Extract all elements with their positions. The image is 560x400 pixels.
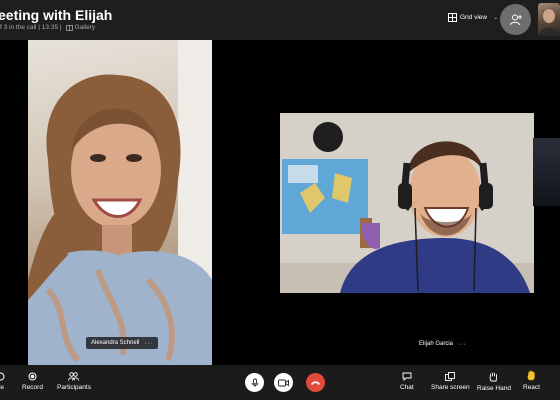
self-view-thumbnail[interactable] (538, 3, 560, 36)
call-info-text: f 3 in the call | 13:35 | (0, 24, 62, 31)
self-view-image (539, 8, 559, 36)
react-icon (527, 370, 535, 381)
meeting-title: eeting with Elijah (0, 7, 113, 23)
share-screen-icon (445, 372, 456, 381)
video-tile-alexandra[interactable]: Alexandra Schnell ··· (28, 40, 212, 365)
participant-video (280, 113, 534, 293)
participant-name: Elijah Garcia (419, 341, 454, 347)
end-call-icon (311, 380, 320, 385)
record-icon (28, 372, 37, 381)
participant-name: Alexandra Schnell (91, 340, 140, 346)
camera-button[interactable] (274, 373, 293, 392)
name-tag-elijah: Elijah Garcia ··· (414, 338, 472, 350)
record-label: Record (22, 384, 43, 391)
grid-view-button[interactable]: Grid view ⌄ (448, 13, 498, 22)
record-button[interactable]: Record (22, 372, 43, 391)
share-screen-button[interactable]: Share screen (431, 372, 470, 391)
invite-icon (0, 372, 5, 381)
tile-menu-button[interactable]: ··· (144, 340, 153, 347)
add-person-icon (509, 14, 522, 25)
participants-icon (68, 372, 80, 381)
chevron-down-icon: ⌄ (493, 15, 499, 21)
add-participant-button[interactable] (500, 4, 531, 35)
raise-hand-button[interactable]: Raise Hand (477, 372, 511, 392)
react-label: React (523, 384, 540, 391)
grid-view-label: Grid view (460, 14, 488, 21)
end-call-button[interactable] (306, 373, 325, 392)
invite-button[interactable]: ite (0, 372, 5, 391)
gallery-icon (65, 24, 73, 31)
participants-label: Participants (57, 384, 91, 391)
chat-label: Chat (400, 384, 414, 391)
tile-menu-button[interactable]: ··· (458, 341, 467, 348)
raise-hand-label: Raise Hand (477, 385, 511, 392)
video-tile-partial[interactable] (533, 138, 560, 206)
react-button[interactable]: React (523, 370, 540, 391)
invite-label: ite (0, 384, 4, 391)
microphone-button[interactable] (245, 373, 264, 392)
gallery-button[interactable]: Gallery (65, 24, 96, 31)
participant-video (28, 40, 212, 365)
microphone-icon (251, 378, 258, 387)
gallery-label: Gallery (74, 24, 96, 31)
grid-icon (448, 13, 457, 22)
top-bar: eeting with Elijah f 3 in the call | 13:… (0, 0, 560, 40)
raise-hand-icon (490, 372, 498, 382)
chat-icon (402, 372, 412, 381)
share-screen-label: Share screen (431, 384, 470, 391)
call-info: f 3 in the call | 13:35 | Gallery (0, 24, 95, 31)
camera-icon (278, 379, 289, 386)
video-tile-elijah[interactable] (280, 113, 534, 293)
chat-button[interactable]: Chat (400, 372, 414, 391)
participants-button[interactable]: Participants (57, 372, 91, 391)
name-tag-alexandra: Alexandra Schnell ··· (86, 337, 158, 349)
